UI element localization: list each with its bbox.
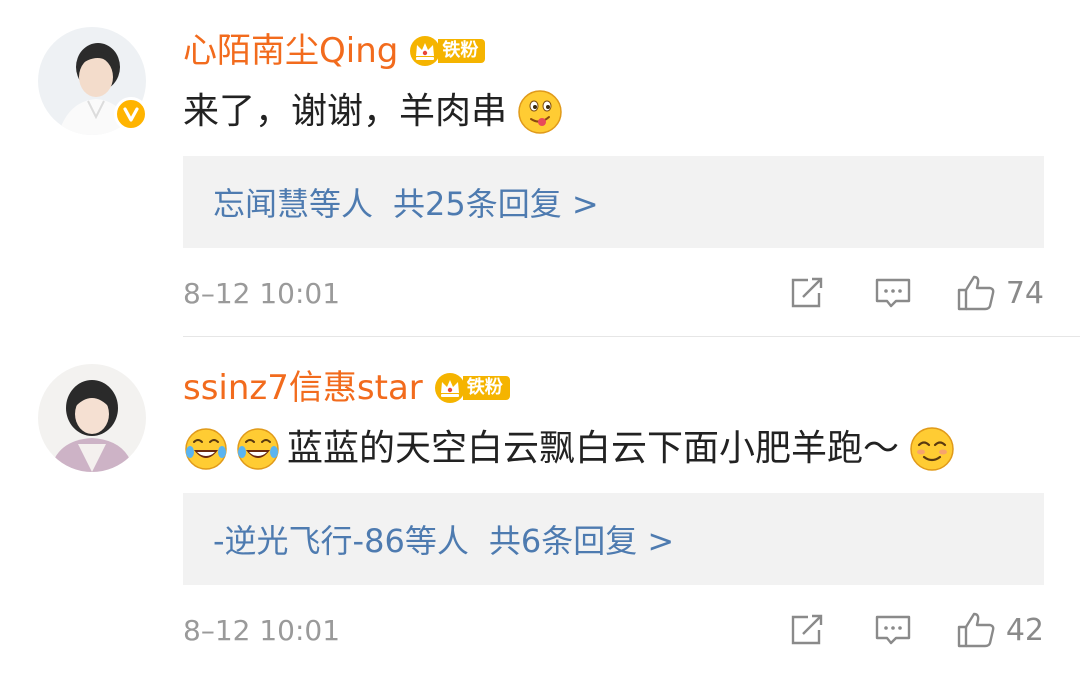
- reply-button[interactable]: [874, 275, 912, 311]
- comment-text: 来了，谢谢，羊肉串: [183, 82, 563, 142]
- comment-text-body: 蓝蓝的天空白云飘白云下面小肥羊跑～: [287, 428, 900, 469]
- laugh-cry-face-icon: [237, 428, 279, 470]
- reply-users[interactable]: 忘闻慧等人: [213, 179, 373, 225]
- username[interactable]: ssinz7信惠star: [183, 364, 423, 412]
- reply-count[interactable]: 共6条回复 >: [489, 516, 674, 562]
- share-button[interactable]: [788, 612, 826, 648]
- comment-time: 8–12 10:01: [183, 276, 341, 310]
- comment-icon: [875, 278, 911, 308]
- avatar-image: [38, 364, 146, 472]
- thumbs-up-icon: [957, 275, 995, 311]
- laugh-cry-face-icon: [185, 428, 227, 470]
- fan-badge[interactable]: 铁粉: [433, 372, 510, 404]
- verified-badge-icon: [114, 97, 148, 131]
- smirk-face-icon: [910, 427, 954, 471]
- share-button[interactable]: [788, 275, 826, 311]
- crown-icon: [434, 373, 465, 403]
- like-button[interactable]: 74: [956, 274, 1044, 312]
- reply-count[interactable]: 共25条回复 >: [393, 179, 599, 225]
- comment-text: 蓝蓝的天空白云飘白云下面小肥羊跑～: [183, 419, 955, 479]
- avatar[interactable]: [38, 364, 146, 472]
- replies-summary[interactable]: 忘闻慧等人 共25条回复 >: [183, 156, 1044, 248]
- comment-meta: 8–12 10:01 74: [183, 268, 1044, 318]
- username[interactable]: 心陌南尘Qing: [183, 27, 398, 75]
- fan-badge-label: 铁粉: [462, 376, 510, 400]
- replies-summary[interactable]: -逆光飞行-86等人 共6条回复 >: [183, 493, 1044, 585]
- like-count: 42: [1005, 612, 1044, 648]
- comment-text-body: 来了，谢谢，羊肉串: [183, 91, 508, 132]
- thumbs-up-icon: [957, 612, 995, 648]
- like-count: 74: [1005, 275, 1044, 311]
- fan-badge[interactable]: 铁粉: [408, 35, 486, 67]
- reply-users[interactable]: -逆光飞行-86等人: [213, 516, 469, 562]
- avatar[interactable]: [38, 27, 148, 135]
- comment-icon: [875, 615, 911, 645]
- yummy-face-icon: [518, 90, 562, 134]
- crown-icon: [410, 36, 441, 66]
- comment-time: 8–12 10:01: [183, 613, 341, 647]
- comment-item: 心陌南尘Qing 铁粉 来了，谢谢，羊肉串 忘闻慧等人 共25条回复 > 8–1…: [0, 0, 1080, 337]
- username-row: ssinz7信惠star 铁粉: [183, 364, 510, 412]
- comment-item: ssinz7信惠star 铁粉 蓝蓝的天空白云飘白云下面小肥羊跑～ -逆光飞行-…: [0, 337, 1080, 674]
- username-row: 心陌南尘Qing 铁粉: [183, 27, 486, 75]
- fan-badge-label: 铁粉: [438, 39, 486, 63]
- share-icon: [791, 277, 823, 308]
- share-icon: [791, 614, 823, 645]
- reply-button[interactable]: [874, 612, 912, 648]
- comment-meta: 8–12 10:01 42: [183, 605, 1044, 655]
- like-button[interactable]: 42: [956, 611, 1044, 649]
